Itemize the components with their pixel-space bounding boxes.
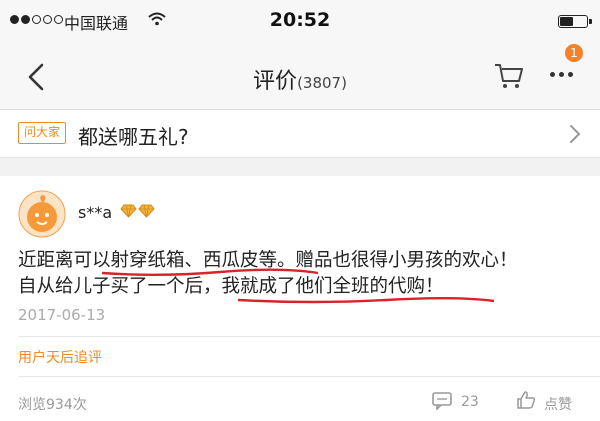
status-bar: 中国联通 20:52 [0, 0, 600, 44]
nav-bar: 评价(3807) [0, 44, 600, 110]
like-button[interactable]: 点赞 [544, 394, 572, 414]
diamond-icon [120, 204, 137, 218]
comment-count[interactable]: 23 [461, 394, 479, 410]
ask-question: 都送哪五礼? [78, 125, 189, 149]
notification-badge: 1 [565, 44, 583, 62]
highlight-underline [237, 297, 495, 304]
followup-label[interactable]: 用户天后追评 [18, 347, 102, 367]
review-date: 2017-06-13 [18, 306, 106, 324]
review-card: s**a 近距离可以射穿纸箱、西瓜皮等。赠品也很得小男孩的欢心！ 自从给儿子买了… [0, 176, 600, 421]
diamond-icon [138, 204, 155, 218]
page-title-text: 评价 [253, 69, 298, 94]
ask-everyone-row[interactable]: 问大家 都送哪五礼? [0, 110, 600, 158]
chevron-right-icon [570, 125, 581, 143]
view-count: 浏览934次 [18, 397, 87, 413]
avatar[interactable] [18, 190, 66, 238]
review-count: (3807) [297, 74, 347, 92]
cart-icon[interactable] [494, 62, 524, 90]
comment-icon[interactable] [432, 392, 452, 410]
divider [18, 336, 600, 337]
more-button[interactable] [550, 72, 580, 84]
divider [18, 376, 600, 377]
thumbs-up-icon[interactable] [516, 390, 536, 410]
member-level-badge [120, 204, 155, 218]
battery-icon [558, 15, 592, 28]
highlight-underline [101, 268, 319, 276]
ask-everyone-tag: 问大家 [18, 122, 66, 144]
clock: 20:52 [269, 9, 331, 31]
reviewer-name: s**a [78, 203, 113, 222]
section-gap [0, 158, 600, 176]
more-icon [550, 72, 580, 77]
